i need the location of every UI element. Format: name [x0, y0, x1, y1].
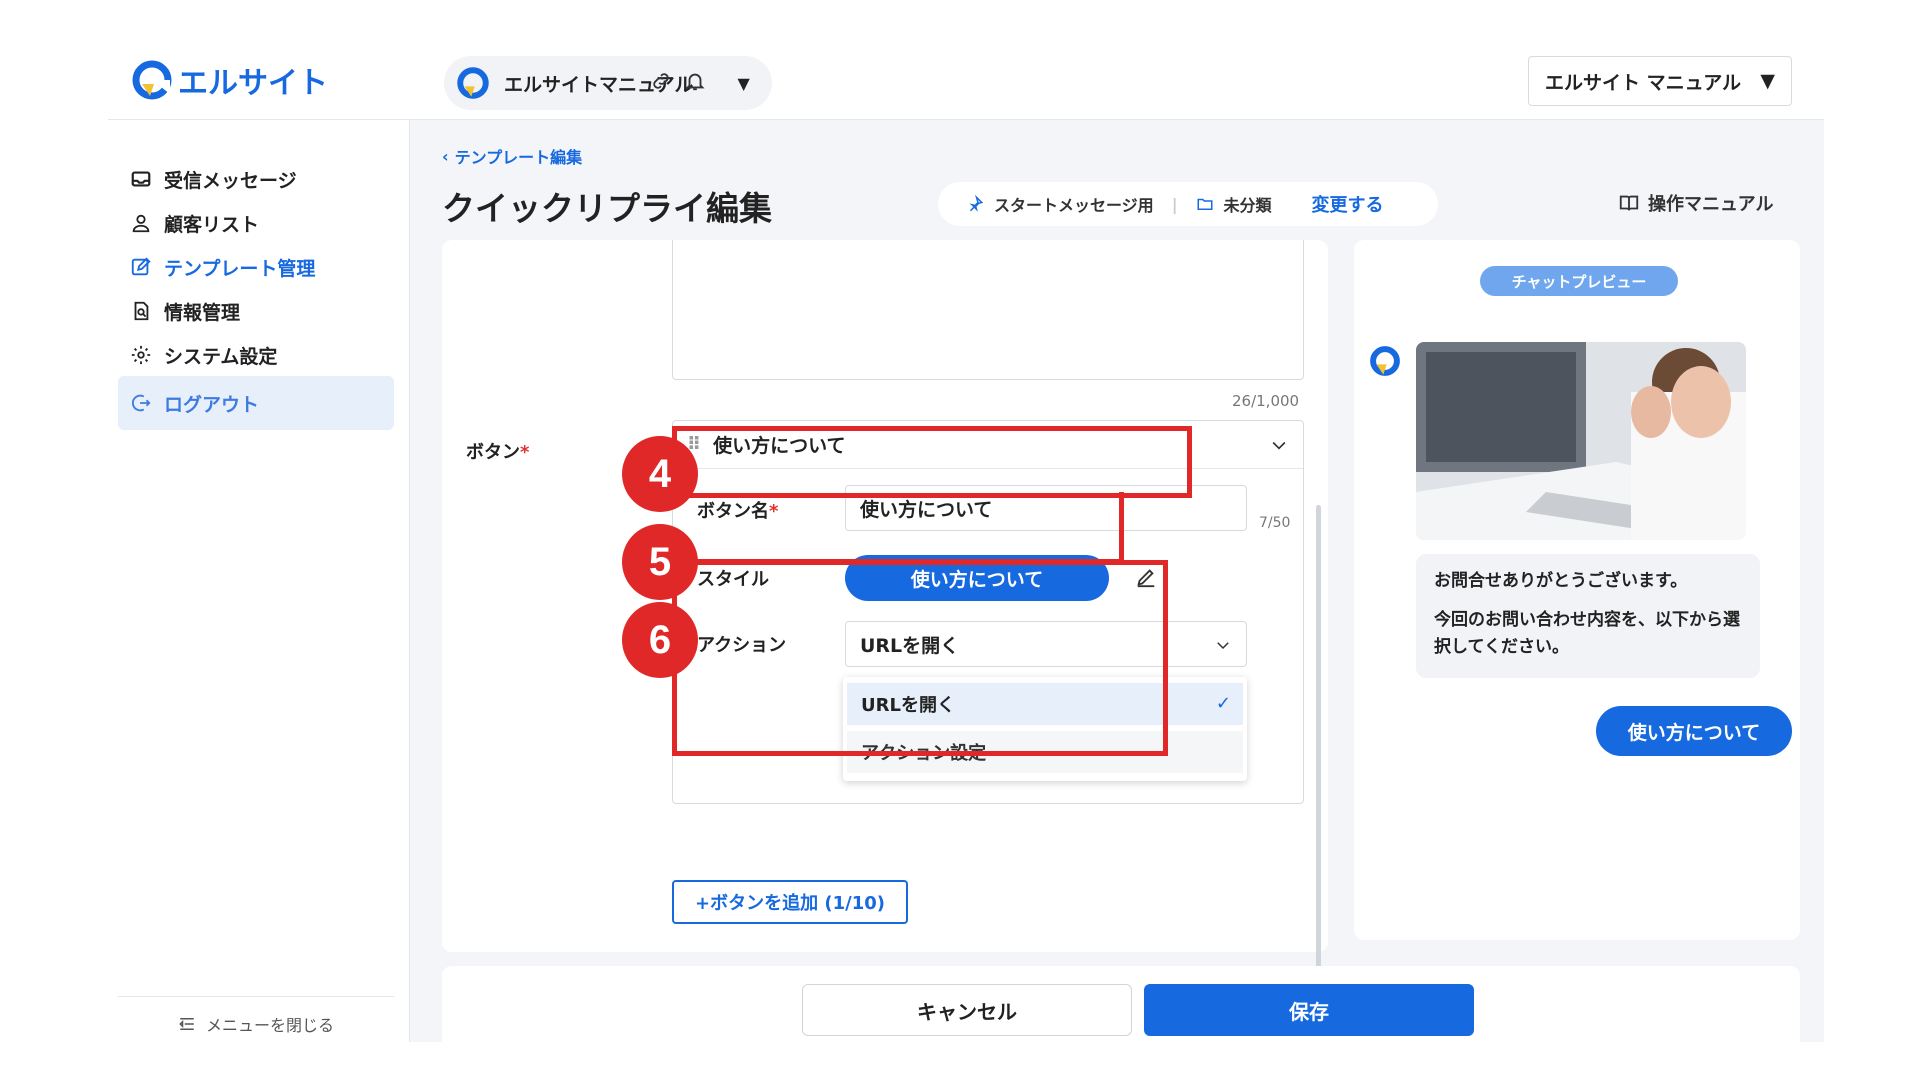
- chat-preview-card: チャットプレビュー お問合せありがとうございます。 今回のお問い合わせ内容を、以…: [1354, 240, 1800, 940]
- sidebar-divider: [118, 996, 394, 997]
- button-section-label-text: ボタン: [466, 442, 520, 463]
- message-textarea[interactable]: [672, 240, 1304, 380]
- sidebar-item-label: テンプレート管理: [164, 257, 316, 280]
- manual-link-label: 操作マニュアル: [1648, 194, 1774, 215]
- sidebar-item-label: 受信メッセージ: [164, 169, 297, 192]
- sidebar: 受信メッセージ 顧客リスト テンプレート管理 情報管理 システム設定 ログアウト…: [108, 120, 410, 1042]
- editor-scrollbar[interactable]: [1316, 505, 1321, 990]
- pin-icon: [969, 195, 984, 212]
- document-search-icon: [134, 301, 149, 321]
- sidebar-item-label: システム設定: [164, 345, 278, 368]
- bot-avatar-icon: [1370, 346, 1400, 376]
- sidebar-item-label: 顧客リスト: [164, 213, 260, 236]
- sidebar-item-logout[interactable]: ログアウト: [118, 376, 394, 430]
- book-icon: [1619, 195, 1639, 211]
- preview-quick-reply-button[interactable]: 使い方について: [1596, 706, 1792, 756]
- app-frame: エルサイト エルサイトマニュアル ▼ エルサイト マニュアル ▼ 受信メッセージ: [108, 40, 1824, 1042]
- chevron-left-icon: ‹: [442, 146, 449, 166]
- preview-photo-illustration: [1416, 342, 1746, 540]
- folder-icon: [1197, 198, 1213, 210]
- save-button[interactable]: 保存: [1144, 984, 1474, 1036]
- annotation-marker-5: 5: [622, 524, 698, 600]
- bell-icon[interactable]: [682, 68, 708, 94]
- manual-link[interactable]: 操作マニュアル: [1618, 190, 1773, 216]
- caret-down-icon: ▼: [1760, 70, 1775, 92]
- button-section-label: ボタン*: [466, 438, 529, 464]
- preview-photo: [1416, 342, 1746, 540]
- add-button-button[interactable]: +ボタンを追加 (1/10): [672, 880, 908, 924]
- divider: |: [1171, 194, 1178, 214]
- account-logo-icon: [457, 67, 489, 99]
- preview-message-line: 今回のお問い合わせ内容を、以下から選択してください。: [1434, 610, 1740, 658]
- page-title: クイックリプライ編集: [442, 189, 772, 228]
- link-icon[interactable]: [648, 68, 674, 94]
- chevron-down-icon: [1272, 441, 1286, 450]
- breadcrumb[interactable]: ‹ テンプレート編集: [442, 144, 582, 168]
- account-switcher[interactable]: エルサイトマニュアル ▼: [444, 56, 772, 110]
- brand-logo-text: エルサイト: [178, 66, 328, 101]
- edit-icon: [131, 257, 151, 276]
- logout-icon: [131, 394, 151, 412]
- check-icon: ✓: [1215, 693, 1231, 714]
- user-icon: [132, 214, 150, 233]
- sidebar-item-label: ログアウト: [164, 393, 260, 416]
- usage-label: スタートメッセージ用: [994, 196, 1154, 215]
- gear-icon: [131, 345, 151, 365]
- folder-label: 未分類: [1223, 196, 1272, 215]
- button-name-count: 7/50: [1259, 515, 1291, 531]
- annotation-marker-4: 4: [622, 436, 698, 512]
- annotation-box-6: [672, 560, 1168, 756]
- char-count: 26/1,000: [1232, 392, 1300, 410]
- close-menu-label: メニューを閉じる: [206, 1016, 335, 1035]
- top-header: エルサイト エルサイトマニュアル ▼ エルサイト マニュアル ▼: [108, 40, 1824, 120]
- preview-message-line: お問合せありがとうございます。: [1434, 571, 1688, 591]
- sidebar-item-settings[interactable]: システム設定: [118, 328, 394, 382]
- close-menu-button[interactable]: メニューを閉じる: [178, 1012, 334, 1036]
- preview-message-bubble: お問合せありがとうございます。 今回のお問い合わせ内容を、以下から選択してくださ…: [1416, 554, 1760, 678]
- breadcrumb-label: テンプレート編集: [454, 148, 583, 167]
- annotation-box-4: [672, 426, 1192, 498]
- sidebar-item-label: 情報管理: [164, 301, 241, 324]
- action-footer: キャンセル 保存: [442, 966, 1800, 1042]
- required-mark: *: [520, 442, 530, 463]
- brand-logo-icon: [132, 60, 172, 100]
- caret-down-icon: ▼: [737, 73, 750, 93]
- chat-preview-badge: チャットプレビュー: [1480, 266, 1678, 296]
- annotation-box-5: [672, 492, 1124, 564]
- brand-logo[interactable]: エルサイト: [132, 58, 328, 102]
- change-button[interactable]: 変更する: [1312, 191, 1384, 217]
- annotation-marker-6: 6: [622, 602, 698, 678]
- chevron-down-icon: [1217, 642, 1229, 650]
- cancel-button[interactable]: キャンセル: [802, 984, 1132, 1036]
- menu-collapse-icon: [179, 1018, 194, 1030]
- account-select[interactable]: エルサイト マニュアル ▼: [1528, 56, 1792, 106]
- account-select-value: エルサイト マニュアル: [1545, 71, 1742, 94]
- template-meta: スタートメッセージ用 | 未分類 変更する: [938, 182, 1438, 226]
- inbox-icon: [131, 171, 151, 187]
